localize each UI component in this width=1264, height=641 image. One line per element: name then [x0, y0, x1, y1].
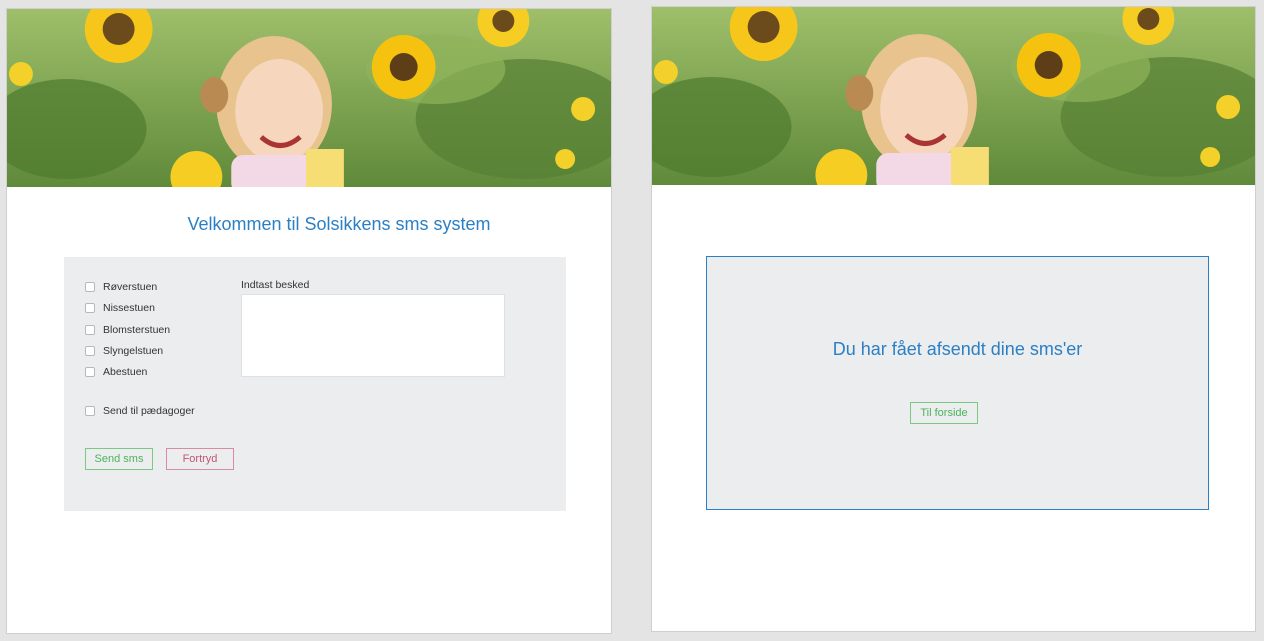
checkbox[interactable] — [85, 406, 95, 416]
send-sms-button[interactable]: Send sms — [85, 448, 153, 470]
message-textarea[interactable] — [241, 294, 505, 377]
confirmation-message: Du har fået afsendt dine sms'er — [832, 339, 1083, 359]
group-checkbox-abestuen[interactable]: Abestuen — [85, 364, 147, 380]
staff-label: Send til pædagoger — [103, 405, 195, 417]
staff-checkbox[interactable]: Send til pædagoger — [85, 403, 195, 419]
group-label: Slyngelstuen — [103, 345, 164, 357]
hero-image — [7, 9, 611, 187]
welcome-title: Velkommen til Solsikkens sms system — [187, 214, 491, 234]
checkbox[interactable] — [85, 346, 95, 356]
group-label: Abestuen — [103, 366, 148, 378]
sms-form: Røverstuen Nissestuen Blomsterstuen Slyn… — [64, 257, 566, 511]
group-label: Nissestuen — [103, 302, 155, 314]
message-label: Indtast besked — [241, 279, 310, 291]
hero-image — [652, 7, 1255, 185]
group-label: Blomsterstuen — [103, 324, 171, 336]
cancel-button[interactable]: Fortryd — [166, 448, 234, 470]
group-checkbox-nissestuen[interactable]: Nissestuen — [85, 300, 155, 316]
group-checkbox-blomsterstuen[interactable]: Blomsterstuen — [85, 322, 170, 338]
group-checkbox-roverstuen[interactable]: Røverstuen — [85, 279, 157, 295]
group-label: Røverstuen — [103, 281, 158, 293]
group-checkbox-slyngelstuen[interactable]: Slyngelstuen — [85, 343, 163, 359]
confirmation-panel: Du har fået afsendt dine sms'er Til fors… — [706, 256, 1209, 510]
home-button[interactable]: Til forside — [910, 402, 978, 424]
checkbox[interactable] — [85, 282, 95, 292]
confirmation-screen: Du har fået afsendt dine sms'er Til fors… — [651, 6, 1256, 632]
welcome-screen: Velkommen til Solsikkens sms system Røve… — [6, 8, 612, 634]
checkbox[interactable] — [85, 367, 95, 377]
checkbox[interactable] — [85, 303, 95, 313]
checkbox[interactable] — [85, 325, 95, 335]
